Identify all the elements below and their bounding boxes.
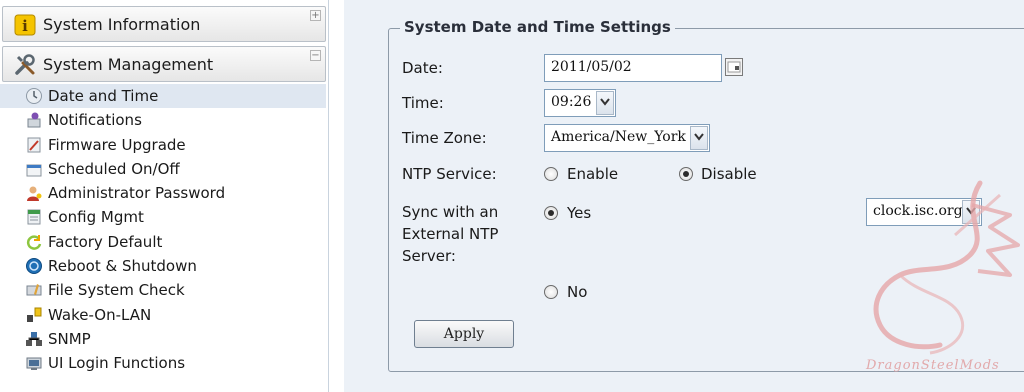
sidebar-item-label: SNMP xyxy=(48,329,91,348)
sync-yes-radio[interactable] xyxy=(544,206,558,220)
date-input[interactable]: 2011/05/02 xyxy=(544,54,722,82)
sidebar-item-label: Scheduled On/Off xyxy=(48,159,180,178)
time-select[interactable]: 09:26 xyxy=(544,89,616,117)
sync-yes-label: Yes xyxy=(567,204,592,222)
login-icon xyxy=(26,357,42,371)
wol-icon xyxy=(27,307,42,322)
timezone-value: America/New_York xyxy=(551,129,686,145)
ntp-enable-label: Enable xyxy=(567,165,619,183)
sidebar-item-factory-default[interactable]: Factory Default xyxy=(0,230,326,254)
sync-no-radio[interactable] xyxy=(544,285,558,299)
sidebar-item-config-mgmt[interactable]: Config Mgmt xyxy=(0,205,326,229)
admin-user-icon xyxy=(27,186,42,202)
schedule-icon xyxy=(26,164,42,177)
config-icon xyxy=(27,209,41,225)
firmware-icon xyxy=(27,137,41,153)
sidebar-item-firmware-upgrade[interactable]: Firmware Upgrade xyxy=(0,133,326,157)
sync-no-label: No xyxy=(567,283,588,301)
sidebar-item-label: File System Check xyxy=(48,281,185,300)
sidebar-item-label: Firmware Upgrade xyxy=(48,135,186,154)
system-management-label: System Management xyxy=(43,55,214,74)
system-information-header[interactable]: i System Information + xyxy=(2,6,326,42)
timezone-label: Time Zone: xyxy=(402,129,487,147)
sidebar-item-label: Wake-On-LAN xyxy=(48,305,152,324)
snmp-icon xyxy=(26,331,42,346)
disk-check-icon xyxy=(26,284,42,296)
info-icon: i xyxy=(14,14,36,36)
system-information-label: System Information xyxy=(43,15,201,34)
sidebar-item-label: UI Login Functions xyxy=(48,354,186,373)
factory-reset-icon xyxy=(26,234,42,250)
apply-button[interactable]: Apply xyxy=(414,320,514,348)
clock-icon xyxy=(26,88,42,104)
sync-label-line2: External NTP xyxy=(402,225,499,243)
sidebar: i System Information + System Management… xyxy=(0,0,329,392)
sidebar-item-administrator-password[interactable]: Administrator Password xyxy=(0,181,326,205)
section-legend: System Date and Time Settings xyxy=(400,18,675,36)
ntp-service-label: NTP Service: xyxy=(402,165,497,183)
system-management-menu: Date and Time Notifications Firmware Upg… xyxy=(0,84,326,376)
ntp-enable-radio[interactable] xyxy=(544,167,558,181)
date-value: 2011/05/02 xyxy=(551,59,632,75)
date-label: Date: xyxy=(402,59,443,77)
sidebar-item-label: Date and Time xyxy=(48,87,159,105)
sidebar-item-label: Config Mgmt xyxy=(48,208,144,227)
chevron-down-icon xyxy=(600,98,610,106)
timezone-select[interactable]: America/New_York xyxy=(544,124,710,152)
watermark-text: DragonSteelMods xyxy=(866,358,1000,373)
sync-label-line3: Server: xyxy=(402,247,456,265)
sidebar-item-label: Factory Default xyxy=(48,232,163,251)
notification-icon xyxy=(27,112,41,128)
sidebar-item-ui-login-functions[interactable]: UI Login Functions xyxy=(0,351,326,375)
calendar-icon[interactable] xyxy=(724,57,744,77)
sidebar-item-scheduled-on-off[interactable]: Scheduled On/Off xyxy=(0,157,326,181)
sidebar-item-notifications[interactable]: Notifications xyxy=(0,108,326,132)
timezone-dropdown-button[interactable] xyxy=(690,126,708,150)
sidebar-item-label: Reboot & Shutdown xyxy=(48,257,197,276)
tools-icon xyxy=(15,54,35,75)
sidebar-item-date-and-time[interactable]: Date and Time xyxy=(0,84,326,109)
collapse-icon[interactable]: − xyxy=(310,50,321,61)
sidebar-item-file-system-check[interactable]: File System Check xyxy=(0,278,326,302)
sidebar-item-reboot-and-shutdown[interactable]: Reboot & Shutdown xyxy=(0,254,326,278)
system-management-header[interactable]: System Management − xyxy=(2,46,326,82)
ntp-disable-radio[interactable] xyxy=(679,167,693,181)
sync-label-line1: Sync with an xyxy=(402,203,499,221)
sidebar-item-wake-on-lan[interactable]: Wake-On-LAN xyxy=(0,303,326,327)
chevron-down-icon xyxy=(694,133,704,141)
svg-text:i: i xyxy=(22,17,28,35)
time-label: Time: xyxy=(402,94,444,112)
ntp-disable-label: Disable xyxy=(701,165,757,183)
time-dropdown-button[interactable] xyxy=(596,91,614,115)
time-value: 09:26 xyxy=(551,94,592,110)
sidebar-item-snmp[interactable]: SNMP xyxy=(0,327,326,351)
power-icon xyxy=(26,258,42,275)
expand-icon[interactable]: + xyxy=(310,10,321,21)
sidebar-item-label: Notifications xyxy=(48,111,142,130)
sidebar-item-label: Administrator Password xyxy=(48,184,226,203)
